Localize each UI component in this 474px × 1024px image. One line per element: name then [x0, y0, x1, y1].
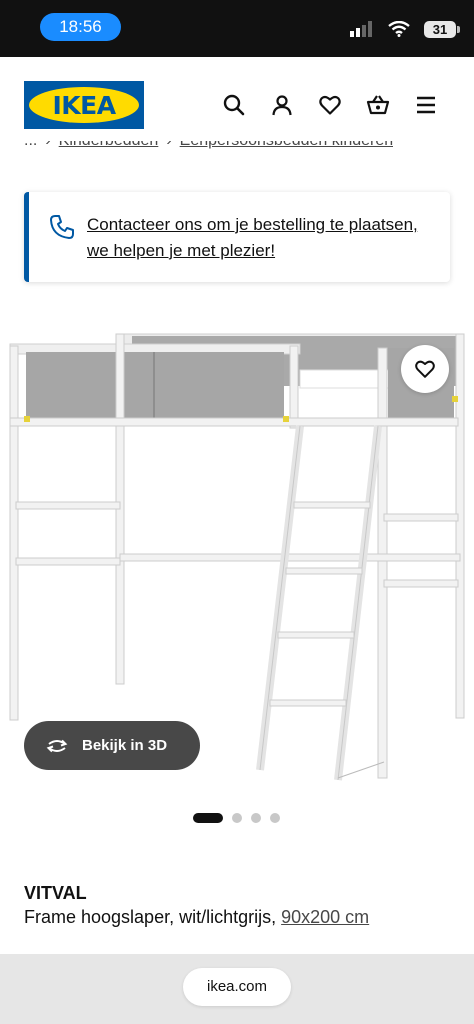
product-name: VITVAL: [24, 883, 87, 903]
basket-icon[interactable]: [366, 93, 390, 117]
user-icon[interactable]: [270, 93, 294, 117]
product-size-link[interactable]: 90x200 cm: [281, 907, 369, 927]
breadcrumb-item-kinderbedden[interactable]: Kinderbedden: [59, 141, 159, 150]
contact-link[interactable]: Contacteer ons om je bestelling te plaat…: [87, 212, 443, 264]
browser-toolbar: ikea.com: [0, 954, 474, 1024]
carousel-dot-4[interactable]: [270, 813, 280, 823]
rotate-3d-icon: [46, 739, 68, 752]
carousel-dot-1[interactable]: [193, 813, 223, 823]
breadcrumb-item-eenpersoonsbedden[interactable]: Eenpersoonsbedden kinderen: [180, 141, 394, 150]
signal-icon: [350, 21, 372, 37]
status-icons: 31: [350, 19, 460, 39]
view-in-3d-button[interactable]: Bekijk in 3D: [24, 721, 200, 770]
logo-text: IKEA: [29, 87, 139, 123]
chevron-right-icon: ›: [166, 141, 171, 150]
header-actions: [222, 93, 438, 117]
carousel-dot-3[interactable]: [251, 813, 261, 823]
clock: 18:56: [40, 13, 121, 41]
battery-indicator: 31: [424, 20, 460, 38]
menu-icon[interactable]: [414, 93, 438, 117]
view-in-3d-label: Bekijk in 3D: [82, 737, 168, 754]
favorite-button[interactable]: [401, 345, 449, 393]
carousel-indicator: [193, 813, 280, 823]
status-bar: 18:56 31: [0, 0, 474, 57]
site-header: IKEA: [0, 57, 474, 147]
wifi-icon: [388, 21, 410, 37]
address-bar[interactable]: ikea.com: [183, 968, 291, 1006]
breadcrumb: ... › Kinderbedden › Eenpersoonsbedden k…: [24, 141, 393, 161]
chevron-right-icon: ›: [45, 141, 50, 150]
ikea-logo[interactable]: IKEA: [24, 81, 144, 129]
contact-banner: Contacteer ons om je bestelling te plaat…: [24, 192, 450, 282]
product-description: Frame hoogslaper, wit/lichtgrijs, 90x200…: [24, 907, 369, 928]
heart-icon[interactable]: [318, 93, 342, 117]
breadcrumb-ellipsis[interactable]: ...: [24, 141, 37, 150]
heart-icon: [415, 360, 435, 378]
product-description-text: Frame hoogslaper, wit/lichtgrijs,: [24, 907, 282, 927]
search-icon[interactable]: [222, 93, 246, 117]
phone-icon: [50, 215, 74, 239]
carousel-dot-2[interactable]: [232, 813, 242, 823]
